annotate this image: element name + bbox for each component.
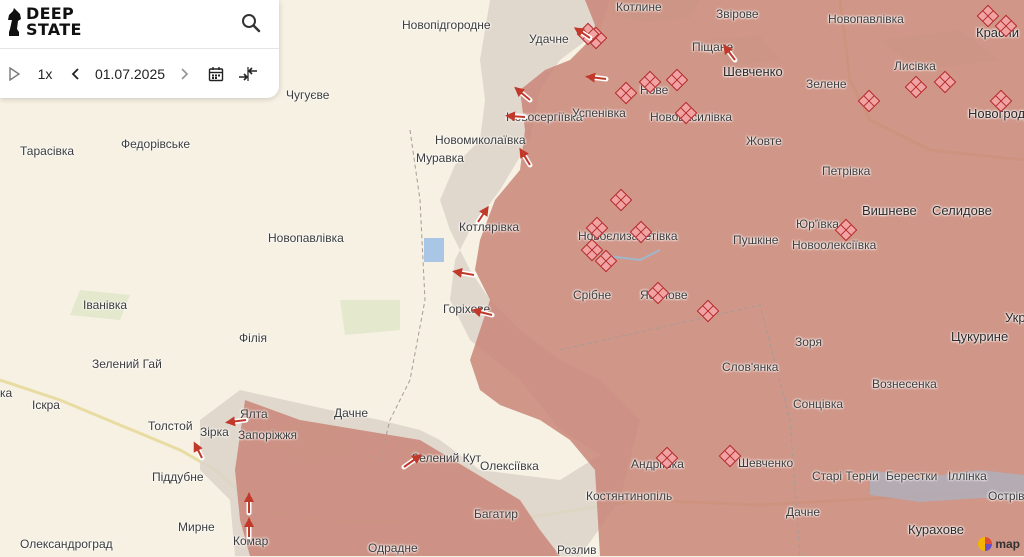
- label-novohrodivka: Новогрод: [968, 106, 1024, 121]
- label-ivanivka: Іванівка: [83, 298, 128, 312]
- search-icon: [242, 14, 261, 33]
- label-ostriv: Острів: [988, 489, 1024, 503]
- label-kurakhove: Курахове: [908, 522, 964, 537]
- label-zaporizhzhia: Запоріжжя: [238, 428, 297, 442]
- label-horikhove: Горіхове: [443, 302, 491, 316]
- deepstate-logo[interactable]: DEEP STATE: [6, 6, 82, 38]
- label-sribne: Срібне: [573, 288, 612, 302]
- label-illinka: Іллінка: [948, 469, 987, 483]
- label-chuhuieve: Чугуєве: [286, 88, 330, 102]
- label-oleksiivka: Олексіївка: [480, 459, 539, 473]
- label-tolstoi: Толстой: [148, 419, 193, 433]
- label-shevchenko-top: Шевченко: [723, 64, 783, 79]
- map-attribution[interactable]: map: [977, 536, 1020, 552]
- label-berestky: Берестки: [886, 469, 938, 483]
- calendar-icon: [208, 67, 224, 82]
- chevron-left-icon: [71, 68, 79, 80]
- control-panel: DEEP STATE 1x 01.07.2025: [0, 0, 279, 98]
- label-slovianka: Слов'янка: [722, 360, 779, 374]
- label-novopavlivka-top: Новопавлівка: [828, 12, 904, 26]
- label-udachne: Удачне: [529, 32, 569, 46]
- label-tarasivka: Тарасівка: [20, 144, 75, 158]
- label-stari-terny: Старі Терни: [812, 469, 879, 483]
- label-kotliarivka: Котлярівка: [459, 220, 520, 234]
- label-lysivka: Лисівка: [894, 59, 936, 73]
- compare-button[interactable]: [236, 60, 260, 88]
- attribution-text: map: [995, 537, 1020, 551]
- play-icon: [9, 67, 20, 81]
- date-display[interactable]: 01.07.2025: [92, 60, 168, 88]
- label-zelene: Зелене: [806, 77, 847, 91]
- label-zhovte: Жовте: [746, 134, 782, 148]
- label-yurivka: Юр'ївка: [796, 217, 839, 231]
- label-pidduben: Піддубне: [152, 470, 204, 484]
- label-muravka: Муравка: [416, 151, 464, 165]
- label-petrivka: Петрівка: [822, 164, 871, 178]
- label-komar: Комар: [233, 534, 269, 548]
- label-uspenivka: Успенівка: [572, 106, 626, 120]
- timeline-controls: 1x 01.07.2025: [0, 60, 279, 88]
- label-tsukuryne: Цукурине: [951, 329, 1009, 344]
- compare-arrows-icon: [239, 67, 257, 81]
- panel-divider: [0, 48, 279, 49]
- chevron-right-icon: [181, 68, 189, 80]
- speed-button[interactable]: 1x: [32, 60, 58, 88]
- label-dachne-bot: Дачне: [786, 505, 821, 519]
- play-button[interactable]: [4, 60, 24, 88]
- label-yalta: Ялта: [240, 407, 268, 421]
- label-voznesenka: Вознесенка: [872, 377, 937, 391]
- search-button[interactable]: [238, 10, 264, 36]
- next-date-button[interactable]: [174, 60, 194, 88]
- label-zvirove: Звірове: [716, 7, 759, 21]
- label-kotlyne: Котлине: [616, 0, 662, 14]
- knight-icon: [8, 8, 21, 36]
- label-ka: ка: [0, 386, 13, 400]
- label-novooleksiivka: Новоолексіївка: [792, 238, 877, 252]
- label-zoria: Зоря: [795, 335, 822, 349]
- label-novopidhorodne: Новопідгородне: [402, 18, 491, 32]
- label-pushkine: Пушкіне: [733, 233, 779, 247]
- logo-line-2: STATE: [26, 20, 82, 39]
- label-ukr: Укр: [1005, 310, 1024, 325]
- label-fedorivske: Федорівське: [121, 137, 191, 151]
- logo-text: DEEP STATE: [26, 6, 82, 38]
- label-pishchane: Піщане: [692, 40, 734, 54]
- label-iskra: Іскра: [32, 398, 60, 412]
- label-novopavlivka-mid: Новопавлівка: [268, 231, 344, 245]
- maptiler-logo-icon: [978, 537, 993, 551]
- label-bahatyr: Багатир: [474, 507, 518, 521]
- label-filiia: Філія: [239, 331, 267, 345]
- label-odradne: Одрадне: [368, 541, 418, 555]
- label-selydove: Селидове: [932, 203, 992, 218]
- label-rozliv: Розлив: [557, 543, 597, 557]
- label-zelenyi-hai: Зелений Гай: [92, 357, 162, 371]
- label-myrne: Мирне: [178, 520, 215, 534]
- label-zelenyi-kut: Зелений Кут: [412, 451, 482, 465]
- label-shevchenko-bot: Шевченко: [738, 456, 794, 470]
- label-oleksandrohrad: Олександроград: [20, 537, 113, 551]
- label-sonstivka: Сонцівка: [793, 397, 844, 411]
- label-vyshneve: Вишневе: [862, 203, 917, 218]
- prev-date-button[interactable]: [66, 60, 86, 88]
- calendar-button[interactable]: [204, 60, 228, 88]
- label-dachne-top: Дачне: [334, 406, 369, 420]
- label-kostiantynopil: Костянтинопіль: [586, 489, 673, 503]
- label-novomykolaivka: Новомиколаївка: [435, 133, 526, 147]
- label-zirka: Зірка: [200, 425, 229, 439]
